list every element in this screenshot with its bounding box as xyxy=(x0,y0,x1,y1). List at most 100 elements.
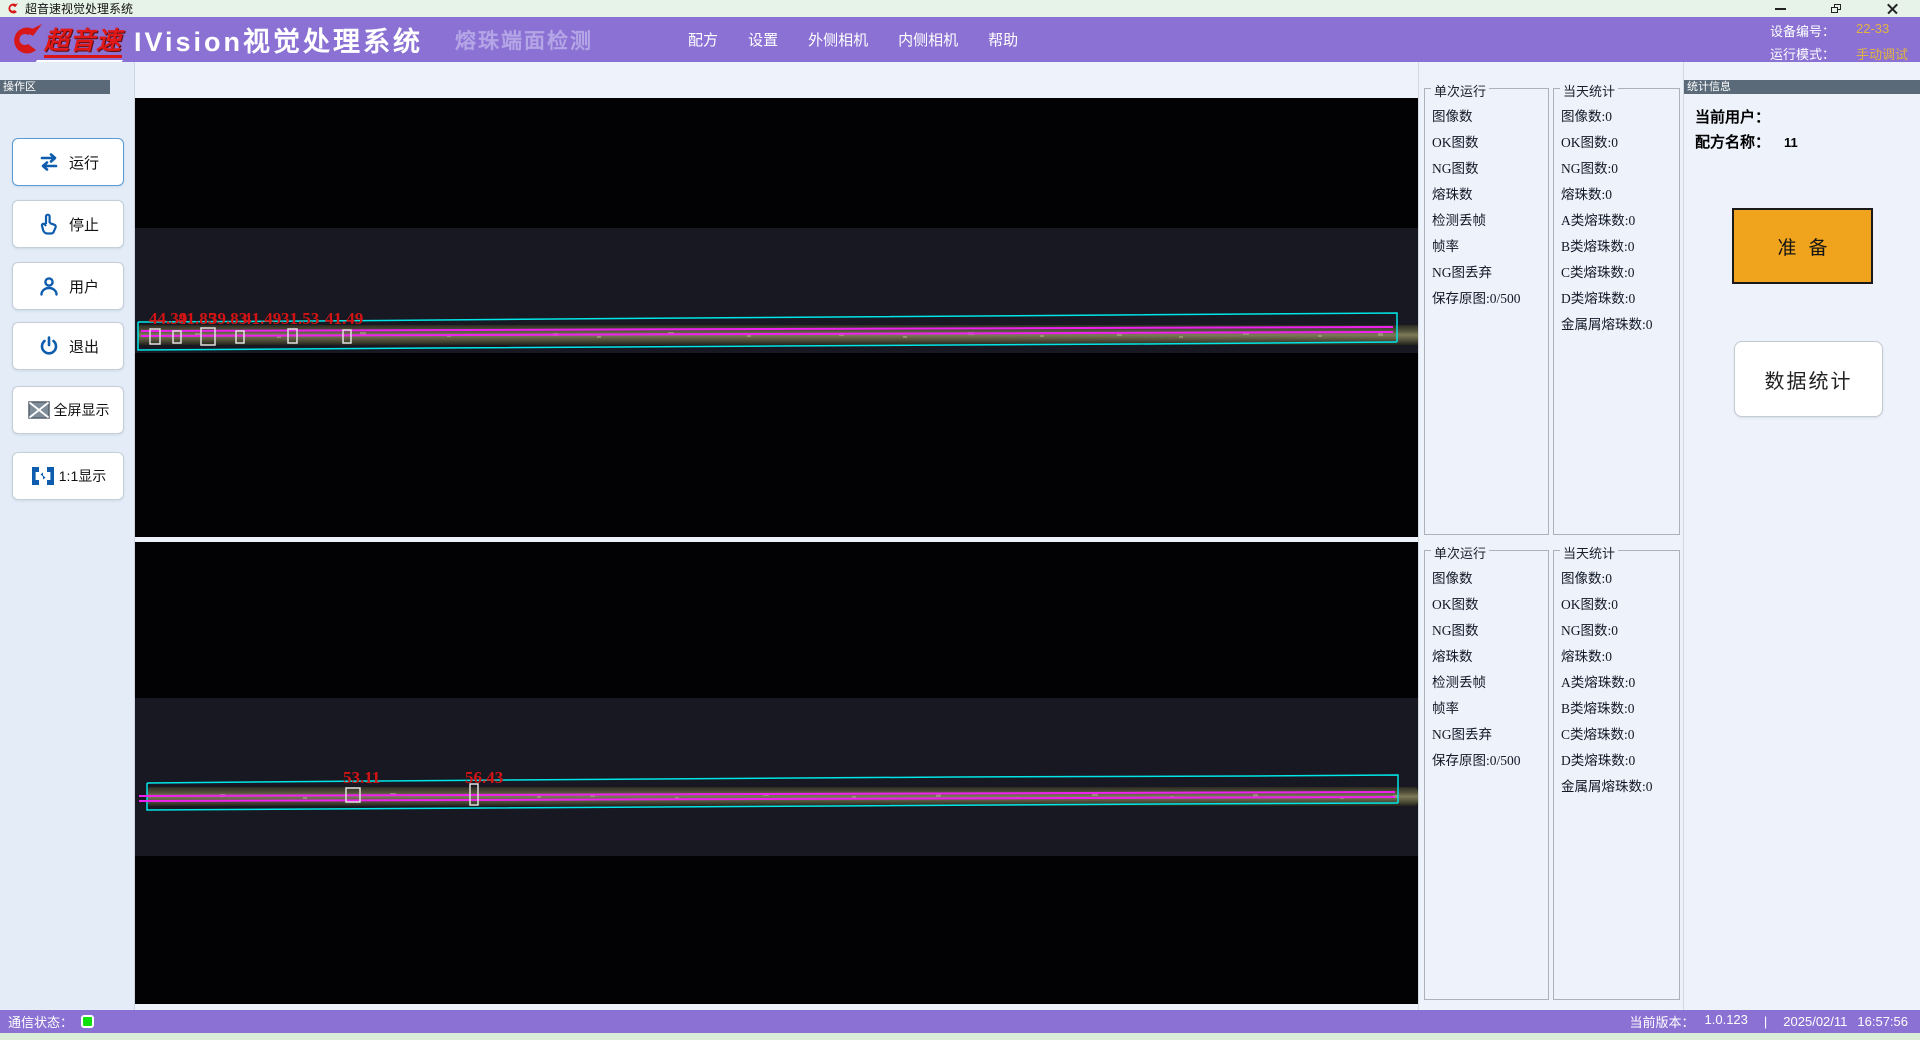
one-to-one-button[interactable]: 1:1显示 xyxy=(12,452,124,500)
run-mode-label: 运行模式： xyxy=(1770,44,1842,63)
brand-swoosh-icon xyxy=(6,22,44,58)
stat-row: 帧率 xyxy=(1432,235,1548,261)
one-to-one-icon xyxy=(30,465,56,487)
version-value: 1.0.123 xyxy=(1705,1012,1748,1031)
stat-row: NG图数 xyxy=(1432,619,1548,645)
measurement-label: 41.49 xyxy=(243,309,281,329)
run-button[interactable]: 运行 xyxy=(12,138,124,186)
stat-row: 帧率 xyxy=(1432,697,1548,723)
stat-row: A类熔珠数:0 xyxy=(1561,671,1679,697)
single-run-title: 单次运行 xyxy=(1431,81,1489,100)
stat-row: 熔珠数 xyxy=(1432,183,1548,209)
data-statistics-button[interactable]: 数据统计 xyxy=(1734,341,1883,417)
statusbar-right: 当前版本： 1.0.123 | 2025/02/11 16:57:56 xyxy=(1630,1012,1909,1031)
version-label: 当前版本： xyxy=(1630,1012,1695,1031)
header-status: 设备编号： 22-33 运行模式： 手动调试 xyxy=(1770,21,1908,63)
stat-row: D类熔珠数:0 xyxy=(1561,749,1679,775)
stat-row: 保存原图:0/500 xyxy=(1432,749,1548,775)
measurement-label: 53.11 xyxy=(343,768,380,788)
status-date: 2025/02/11 xyxy=(1783,1014,1847,1029)
exit-button[interactable]: 退出 xyxy=(12,322,124,370)
stat-row: NG图数:0 xyxy=(1561,619,1679,645)
minimize-button[interactable] xyxy=(1752,0,1808,17)
titlebar: 超音速视觉处理系统 xyxy=(0,0,1920,17)
comm-status-indicator xyxy=(81,1015,94,1028)
menu-item[interactable]: 帮助 xyxy=(988,29,1018,50)
one-to-one-button-label: 1:1显示 xyxy=(59,466,106,486)
hand-stop-icon xyxy=(37,212,61,236)
measurement-label: 41.49 xyxy=(325,309,363,329)
inner-detection-overlay xyxy=(135,542,1418,1004)
single-run-groupbox-bottom: 单次运行 图像数OK图数NG图数熔珠数检测丢帧帧率NG图丢弃保存原图:0/500 xyxy=(1424,550,1549,1000)
fullscreen-button-label: 全屏显示 xyxy=(54,400,110,420)
stat-row: 图像数 xyxy=(1432,105,1548,131)
power-icon xyxy=(37,334,61,358)
app-subtitle: 熔珠端面检测 xyxy=(455,25,593,55)
operation-area-title: 操作区 xyxy=(0,80,110,94)
statistics-column: 单次运行 图像数OK图数NG图数熔珠数检测丢帧帧率NG图丢弃保存原图:0/500… xyxy=(1418,62,1683,1010)
stat-row: A类熔珠数:0 xyxy=(1561,209,1679,235)
info-panel: 统计信息 当前用户： 配方名称： 11 准备 数据统计 xyxy=(1683,62,1920,1010)
menu-item[interactable]: 内侧相机 xyxy=(898,29,958,50)
menu-item[interactable]: 设置 xyxy=(748,29,778,50)
stat-row: OK图数 xyxy=(1432,593,1548,619)
recipe-name-label: 配方名称： xyxy=(1695,131,1770,152)
statusbar-divider: | xyxy=(1764,1014,1767,1029)
fullscreen-button[interactable]: 全屏显示 xyxy=(12,386,124,434)
stat-row: B类熔珠数:0 xyxy=(1561,235,1679,261)
window-controls xyxy=(1752,0,1920,17)
app-header: 超音速 IVision视觉处理系统 熔珠端面检测 配方设置外侧相机内侧相机帮助 … xyxy=(0,17,1920,62)
stop-button-label: 停止 xyxy=(69,214,99,235)
camera-view-inner: 53.11 56.43 xyxy=(135,542,1418,1004)
device-number-value: 22-33 xyxy=(1856,21,1889,40)
fullscreen-icon xyxy=(27,399,51,421)
status-bar: 通信状态： 当前版本： 1.0.123 | 2025/02/11 16:57:5… xyxy=(0,1010,1920,1033)
app-logo-icon xyxy=(6,2,19,15)
comm-status-label: 通信状态： xyxy=(8,1012,73,1031)
restore-button[interactable] xyxy=(1808,0,1864,17)
measurement-label: 39.83 xyxy=(209,309,247,329)
user-button-label: 用户 xyxy=(69,276,99,297)
user-icon xyxy=(37,274,61,298)
stat-row: 检测丢帧 xyxy=(1432,209,1548,235)
desktop-edge xyxy=(0,1033,1920,1040)
run-mode-value: 手动调试 xyxy=(1856,44,1908,63)
stat-row: 熔珠数:0 xyxy=(1561,645,1679,671)
swap-arrows-icon xyxy=(37,150,61,174)
device-number-label: 设备编号： xyxy=(1770,21,1842,40)
stat-row: OK图数:0 xyxy=(1561,131,1679,157)
menu-item[interactable]: 配方 xyxy=(688,29,718,50)
stat-row: C类熔珠数:0 xyxy=(1561,261,1679,287)
stat-row: 检测丢帧 xyxy=(1432,671,1548,697)
stat-row: 金属屑熔珠数:0 xyxy=(1561,775,1679,801)
measurement-label: 31.53 xyxy=(281,309,319,329)
stat-row: NG图丢弃 xyxy=(1432,723,1548,749)
stat-row: D类熔珠数:0 xyxy=(1561,287,1679,313)
stat-row: OK图数:0 xyxy=(1561,593,1679,619)
stat-row: 图像数:0 xyxy=(1561,105,1679,131)
daily-stats-title: 当天统计 xyxy=(1560,81,1618,100)
measurement-label: 56.43 xyxy=(465,768,503,788)
ready-button[interactable]: 准备 xyxy=(1732,208,1873,284)
stat-row: 金属屑熔珠数:0 xyxy=(1561,313,1679,339)
brand-name: 超音速 xyxy=(44,28,122,57)
recipe-name-value: 11 xyxy=(1784,135,1798,150)
minimize-icon xyxy=(1775,8,1786,10)
stat-row: 图像数 xyxy=(1432,567,1548,593)
run-button-label: 运行 xyxy=(69,152,99,173)
stat-row: NG图数 xyxy=(1432,157,1548,183)
current-user-label: 当前用户： xyxy=(1695,106,1770,127)
stat-row: NG图丢弃 xyxy=(1432,261,1548,287)
menu-item[interactable]: 外侧相机 xyxy=(808,29,868,50)
single-run-title: 单次运行 xyxy=(1431,543,1489,562)
camera-view-outer: 44.39 41.85 39.83 41.49 31.53 41.49 xyxy=(135,98,1418,537)
statistics-info-title: 统计信息 xyxy=(1684,80,1920,94)
close-button[interactable] xyxy=(1864,0,1920,17)
single-run-groupbox-top: 单次运行 图像数OK图数NG图数熔珠数检测丢帧帧率NG图丢弃保存原图:0/500 xyxy=(1424,88,1549,535)
app-window: 超音速视觉处理系统 超音速 IVision视觉处理系统 熔珠端面检测 配方设置外… xyxy=(0,0,1920,1040)
stop-button[interactable]: 停止 xyxy=(12,200,124,248)
stat-row: OK图数 xyxy=(1432,131,1548,157)
user-button[interactable]: 用户 xyxy=(12,262,124,310)
stat-row: 图像数:0 xyxy=(1561,567,1679,593)
operation-sidebar: 操作区 运行 停止 xyxy=(0,62,135,1010)
